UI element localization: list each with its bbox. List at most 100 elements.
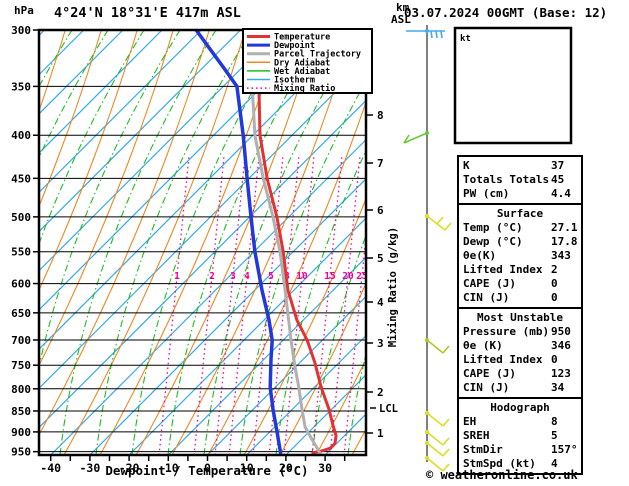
index-value: 346 [551,339,571,352]
mixing-ratio-value: 10 [296,271,308,282]
index-row: Totals Totals 45 [459,173,581,187]
index-section: Hodograph EH 8 SREH 5 StmDir 157° StmSpd (kt) 4 [457,397,583,475]
index-row: Temp (°C) 27.1 [459,221,581,235]
km-tick-label: 8 [377,109,384,122]
index-value: 17.8 [551,235,578,248]
wind-barb [403,131,429,144]
wind-barb [425,338,450,354]
dry-adiabat-line [39,30,210,436]
pressure-tick-label: 350 [11,80,31,93]
index-value: 45 [551,173,565,186]
index-row: K 37 [459,159,581,173]
pressure-tick-label: 750 [11,359,31,372]
index-value: 123 [551,367,571,380]
copyright: © weatheronline.co.uk [426,468,578,482]
index-row: Pressure (mb) 950 [459,325,581,339]
dry-adiabat-line [39,30,66,113]
index-row: PW (cm) 4.4 [459,187,581,201]
index-label: SREH [463,429,490,442]
dry-adiabat-line [63,30,246,455]
km-tick-label: 4 [377,296,384,309]
km-tick-label: 7 [377,157,384,170]
index-value: 157° [551,443,578,456]
index-label: CIN (J) [463,291,510,304]
pressure-axis: 300 350 400 450 500 550 600 650 700 750 800 850 900 9… [11,24,39,459]
index-label: K [463,159,470,172]
pressure-tick-label: 800 [11,383,31,396]
index-label: StmDir [463,443,503,456]
sounding-page: hPa 4°24'N 18°31'E 417m ASL km ASL 03.07… [0,0,629,486]
mixing-ratio-line [343,229,366,455]
index-row: Lifted Index 0 [459,353,581,367]
index-row: CAPE (J) 0 [459,277,581,291]
index-label: EH [463,415,477,428]
mixing-ratio-value: 4 [244,271,250,282]
index-row: StmDir 157° [459,443,581,457]
wind-barb [425,214,452,231]
mixing-ratio-value: 2 [209,271,215,282]
mixing-ratio-line [193,154,225,455]
index-value: 0 [551,277,558,290]
temp-tick-label: 30 [318,461,332,475]
index-section: Surface Temp (°C) 27.1 Dewp (°C) 17.8 θe(K) 34… [457,203,583,309]
hodograph: 102030kt [453,26,573,145]
index-row: CAPE (J) 123 [459,367,581,381]
index-value: 2 [551,263,558,276]
index-value: 27.1 [551,221,578,234]
index-value: 343 [551,249,571,262]
mixing-ratio-value: 3 [230,271,236,282]
x-axis-title: Dewpoint / Temperature (°C) [105,463,309,478]
mixing-ratio-value: 15 [324,271,336,282]
temp-tick-label: -40 [40,461,61,475]
index-value: 34 [551,381,565,394]
wet-adiabat-line [95,30,253,455]
pressure-tick-label: 300 [11,24,31,37]
index-row: SREH 5 [459,429,581,443]
index-row: θe(K) 343 [459,249,581,263]
indices-table: K 37 Totals Totals 45 PW (cm) 4.4 Surface Temp … [457,155,583,475]
index-value: 0 [551,353,558,366]
index-section-header: Hodograph [490,401,550,414]
index-section-header: Surface [496,207,544,220]
index-label: Totals Totals [463,173,550,186]
index-row: Dewp (°C) 17.8 [459,235,581,249]
pressure-tick-label: 600 [11,278,31,291]
index-row: CIN (J) 34 [459,381,581,395]
km-tick-label: 5 [377,252,384,265]
mixing-ratio-labels: 1 2 3 4 5 8 10 15 20 25 [174,271,366,282]
pressure-tick-label: 400 [11,129,31,142]
wind-barb [425,411,450,427]
index-label: Temp (°C) [463,221,523,234]
pressure-tick-label: 450 [11,172,31,185]
hodograph-unit-label: kt [460,34,471,44]
index-section: Most Unstable Pressure (mb) 950 θe (K) 346 Li… [457,307,583,399]
index-label: CAPE (J) [463,367,516,380]
pressure-tick-label: 550 [11,246,31,259]
index-label: Lifted Index [463,353,543,366]
mixing-ratio-value: 1 [174,271,180,282]
wind-barb-staff [403,25,452,472]
index-label: Pressure (mb) [463,325,550,338]
km-tick-label: 2 [377,386,384,399]
index-row: θe (K) 346 [459,339,581,353]
km-tick-label: 6 [377,204,384,217]
lcl-label: LCL [379,403,398,415]
index-row: EH 8 [459,415,581,429]
legend-item-label: Mixing Ratio [274,83,335,94]
km-tick-label: 3 [377,337,384,350]
hodograph-frame [453,26,573,145]
index-label: CAPE (J) [463,277,516,290]
legend-box: TemperatureDewpointParcel TrajectoryDry … [242,28,373,94]
mixing-ratio-axis-title: Mixing Ratio (g/kg) [387,227,399,347]
index-label: θe(K) [463,249,497,262]
pressure-tick-label: 900 [11,426,31,439]
index-label: CIN (J) [463,381,510,394]
index-section-header: Most Unstable [476,311,564,324]
mixing-ratio-line [228,154,260,455]
pressure-tick-label: 950 [11,446,31,459]
mixing-ratio-value: 20 [342,271,354,282]
index-value: 37 [551,159,565,172]
index-label: Lifted Index [463,263,543,276]
mixing-ratio-value: 5 [268,271,274,282]
pressure-tick-label: 650 [11,307,31,320]
